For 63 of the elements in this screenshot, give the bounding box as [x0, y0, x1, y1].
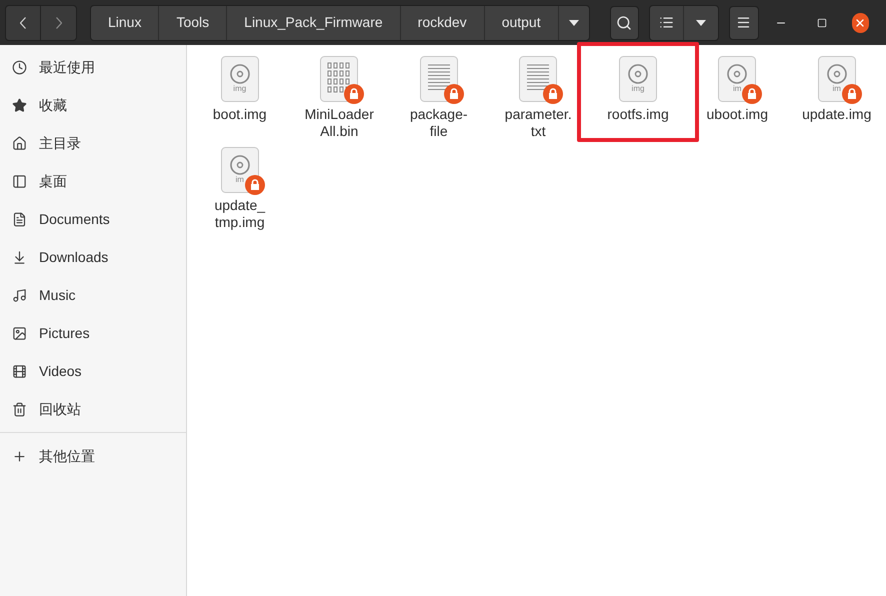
file-type-label: im — [732, 85, 742, 93]
sidebar-item[interactable]: 收藏 — [0, 86, 186, 124]
sidebar-item[interactable]: Videos — [0, 352, 186, 390]
download-icon — [12, 250, 27, 264]
file-name: update_ tmp.img — [213, 197, 266, 231]
file-type-label: im — [832, 85, 842, 93]
lock-icon — [244, 175, 265, 195]
sidebar-item[interactable]: 最近使用 — [0, 48, 186, 86]
file-item[interactable]: im update.img — [787, 54, 886, 145]
path-segment[interactable]: Tools — [159, 6, 228, 40]
document-icon — [12, 212, 27, 226]
file-name: parameter. txt — [504, 106, 573, 140]
file-item[interactable]: package- file — [389, 54, 488, 145]
star-icon — [12, 98, 27, 112]
file-type-label: img — [630, 85, 646, 93]
sidebar-item[interactable]: 主目录 — [0, 124, 186, 162]
menu-icon — [736, 15, 752, 30]
file-name: update.img — [801, 106, 872, 123]
sidebar-item[interactable]: 其他位置 — [0, 437, 186, 475]
file-item[interactable]: img boot.img — [190, 54, 290, 145]
file-type-label: im — [234, 176, 245, 184]
image-icon — [12, 326, 27, 340]
file-name: package- file — [408, 106, 469, 140]
path-segment[interactable]: output — [484, 6, 559, 40]
close-icon — [854, 16, 866, 28]
lock-icon — [742, 84, 762, 104]
file-name: rootfs.img — [606, 106, 670, 123]
home-icon — [12, 136, 27, 150]
sidebar-item[interactable]: 回收站 — [0, 390, 186, 428]
desktop-icon — [12, 174, 27, 188]
sidebar-item[interactable]: Documents — [0, 200, 186, 238]
caret-icon — [568, 20, 579, 26]
search-icon — [616, 14, 632, 30]
file-name: uboot.img — [706, 106, 769, 123]
clock-icon — [12, 60, 27, 74]
file-item[interactable]: im update_ tmp.img — [190, 145, 290, 236]
sidebar-item[interactable]: Music — [0, 276, 186, 314]
maximize-icon — [816, 18, 826, 28]
caret-icon — [696, 20, 706, 26]
disc-file-icon — [220, 56, 259, 102]
file-name: boot.img — [212, 106, 268, 123]
sidebar-item[interactable]: Downloads — [0, 238, 186, 276]
plus-icon — [12, 448, 27, 464]
path-segment[interactable]: Linux — [91, 6, 160, 40]
path-segment[interactable]: Linux_Pack_Firmware — [227, 6, 401, 40]
search-button[interactable] — [610, 6, 640, 40]
file-type-label: img — [232, 85, 248, 93]
menu-button[interactable] — [729, 6, 759, 40]
sidebar-item[interactable]: Pictures — [0, 314, 186, 352]
lock-icon — [344, 84, 364, 104]
lock-icon — [543, 84, 564, 104]
lock-icon — [444, 84, 464, 104]
file-item[interactable]: MiniLoader All.bin — [290, 54, 389, 145]
music-note-icon — [12, 288, 27, 302]
sidebar-item[interactable]: 桌面 — [0, 162, 186, 200]
disc-file-icon — [619, 56, 657, 102]
close-button[interactable] — [852, 12, 869, 32]
trash-icon — [12, 402, 27, 416]
film-icon — [12, 364, 27, 378]
list-icon — [659, 15, 674, 30]
lock-icon — [842, 84, 862, 104]
file-name: MiniLoader All.bin — [304, 106, 375, 140]
path-segment[interactable]: rockdev — [400, 6, 485, 40]
